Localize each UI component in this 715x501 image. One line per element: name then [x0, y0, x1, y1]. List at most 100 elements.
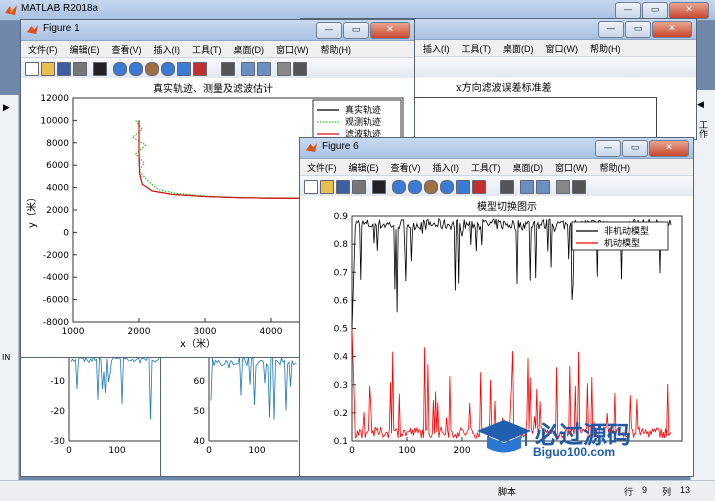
bg-left-ytick-label: -10: [50, 377, 65, 387]
figx-menu-tools[interactable]: 工具(T): [455, 40, 497, 56]
fig6-ytick-label: 0.8: [334, 240, 349, 250]
brush-icon[interactable]: [472, 180, 486, 194]
fig6-close-button[interactable]: ✕: [649, 140, 689, 157]
fig1-menu-edit[interactable]: 编辑(E): [63, 41, 105, 57]
fig1-menu-insert[interactable]: 插入(I): [147, 41, 186, 57]
fig1-ytick-label: -6000: [43, 296, 69, 306]
fig1-ytick-label: 12000: [40, 94, 69, 104]
fig6-menu-view[interactable]: 查看(V): [384, 159, 426, 175]
bg-figure-mid[interactable]: 60 50 40 0 100: [160, 345, 307, 477]
link-icon[interactable]: [221, 62, 235, 76]
status-filetype: 脚本: [498, 487, 517, 497]
pan-icon[interactable]: [145, 62, 159, 76]
fig1-maximize-button[interactable]: ▭: [343, 22, 369, 39]
fig6-ytick-label: 0.3: [334, 381, 348, 391]
fig1-ytick-label: 2000: [46, 206, 69, 216]
fig1-menu-file[interactable]: 文件(F): [21, 41, 63, 57]
pan-icon[interactable]: [424, 180, 438, 194]
fig6-ytick-label: 0.1: [334, 437, 348, 447]
new-file-icon[interactable]: [304, 180, 318, 194]
figx-minimize-button[interactable]: —: [598, 21, 624, 38]
print-icon[interactable]: [73, 62, 87, 76]
status-row-label: 行: [624, 487, 634, 497]
fig1-minimize-button[interactable]: —: [316, 22, 342, 39]
fig6-menu-window[interactable]: 窗口(W): [548, 159, 593, 175]
print-icon[interactable]: [352, 180, 366, 194]
bg-figure-left[interactable]: -10 -20 -30 0 100: [20, 345, 172, 477]
fig6-menu-desktop[interactable]: 桌面(D): [506, 159, 549, 175]
fig6-menu-edit[interactable]: 编辑(E): [342, 159, 384, 175]
main-minimize-button[interactable]: —: [615, 2, 641, 19]
panel-arrow-icon[interactable]: ◀: [697, 100, 704, 110]
figx-menu-insert[interactable]: 插入(I): [416, 40, 455, 56]
fig6-menubar: 文件(F) 编辑(E) 查看(V) 插入(I) 工具(T) 桌面(D) 窗口(W…: [300, 159, 693, 175]
fig1-menu-view[interactable]: 查看(V): [105, 41, 147, 57]
fig6-menu-help[interactable]: 帮助(H): [593, 159, 636, 175]
fig6-maximize-button[interactable]: ▭: [622, 140, 648, 157]
matlab-logo-icon: [5, 5, 17, 15]
fig1-ytick-label: 4000: [46, 184, 69, 194]
fig6-menu-file[interactable]: 文件(F): [300, 159, 342, 175]
figx-maximize-button[interactable]: ▭: [625, 21, 651, 38]
show-plot-icon[interactable]: [572, 180, 586, 194]
fig1-menu-tools[interactable]: 工具(T): [185, 41, 227, 57]
save-icon[interactable]: [336, 180, 350, 194]
bg-left-canvas: -10 -20 -30 0 100: [21, 346, 171, 476]
colorbar-icon[interactable]: [241, 62, 255, 76]
fig1-ylabel: y（米）: [25, 192, 38, 228]
save-icon[interactable]: [57, 62, 71, 76]
fig1-xtick-label: 2000: [128, 327, 151, 337]
legend-icon[interactable]: [257, 62, 271, 76]
fig6-minimize-button[interactable]: —: [595, 140, 621, 157]
brush-icon[interactable]: [193, 62, 207, 76]
colorbar-icon[interactable]: [520, 180, 534, 194]
zoom-in-icon[interactable]: [113, 62, 127, 76]
fig6-menu-tools[interactable]: 工具(T): [464, 159, 506, 175]
rotate-icon[interactable]: [440, 180, 454, 194]
fig1-ytick-label: 8000: [46, 139, 69, 149]
hide-plot-icon[interactable]: [556, 180, 570, 194]
status-col-value: 13: [680, 485, 691, 495]
fig1-legend-label: 观测轨迹: [345, 116, 381, 128]
main-maximize-button[interactable]: ▭: [642, 2, 668, 19]
fig1-menu-desktop[interactable]: 桌面(D): [227, 41, 270, 57]
bg-left-xtick-label: 0: [66, 446, 72, 456]
fig1-ytick-label: 0: [63, 228, 69, 238]
main-statusbar: 脚本 行 9 列 13: [0, 480, 715, 501]
open-folder-icon[interactable]: [41, 62, 55, 76]
zoom-in-icon[interactable]: [392, 180, 406, 194]
show-plot-icon[interactable]: [293, 62, 307, 76]
data-cursor-icon[interactable]: [177, 62, 191, 76]
figx-close-button[interactable]: ✕: [652, 21, 692, 38]
left-panel-arrow-icon[interactable]: ▶: [3, 103, 10, 113]
fig1-menu-help[interactable]: 帮助(H): [314, 41, 357, 57]
figure-6-window[interactable]: Figure 6 — ▭ ✕ 文件(F) 编辑(E) 查看(V) 插入(I) 工…: [299, 137, 694, 477]
figx-menu-window[interactable]: 窗口(W): [539, 40, 584, 56]
figx-menu-help[interactable]: 帮助(H): [583, 40, 626, 56]
fig1-xtick-label: 4000: [260, 327, 283, 337]
watermark-url: Biguo100.com: [533, 445, 616, 459]
fig1-menu-window[interactable]: 窗口(W): [269, 41, 314, 57]
hide-plot-icon[interactable]: [277, 62, 291, 76]
fig6-menu-insert[interactable]: 插入(I): [426, 159, 465, 175]
new-file-icon[interactable]: [25, 62, 39, 76]
legend-icon[interactable]: [536, 180, 550, 194]
zoom-out-icon[interactable]: [129, 62, 143, 76]
pointer-icon[interactable]: [93, 62, 107, 76]
main-close-button[interactable]: ✕: [669, 2, 709, 19]
bg-mid-ytick-label: 40: [194, 437, 206, 447]
rotate-icon[interactable]: [161, 62, 175, 76]
workspace-tab[interactable]: 工作: [697, 120, 709, 138]
open-folder-icon[interactable]: [320, 180, 334, 194]
figx-menu-desktop[interactable]: 桌面(D): [496, 40, 539, 56]
link-icon[interactable]: [500, 180, 514, 194]
fig1-menubar: 文件(F) 编辑(E) 查看(V) 插入(I) 工具(T) 桌面(D) 窗口(W…: [21, 41, 414, 57]
fig6-xtick-label: 100: [398, 446, 415, 456]
fig1-xlabel: x（米）: [180, 337, 216, 350]
zoom-out-icon[interactable]: [408, 180, 422, 194]
fig1-close-button[interactable]: ✕: [370, 22, 410, 39]
data-cursor-icon[interactable]: [456, 180, 470, 194]
pointer-icon[interactable]: [372, 180, 386, 194]
main-window-title: MATLAB R2018a: [21, 3, 99, 14]
status-row-value: 9: [642, 485, 648, 495]
